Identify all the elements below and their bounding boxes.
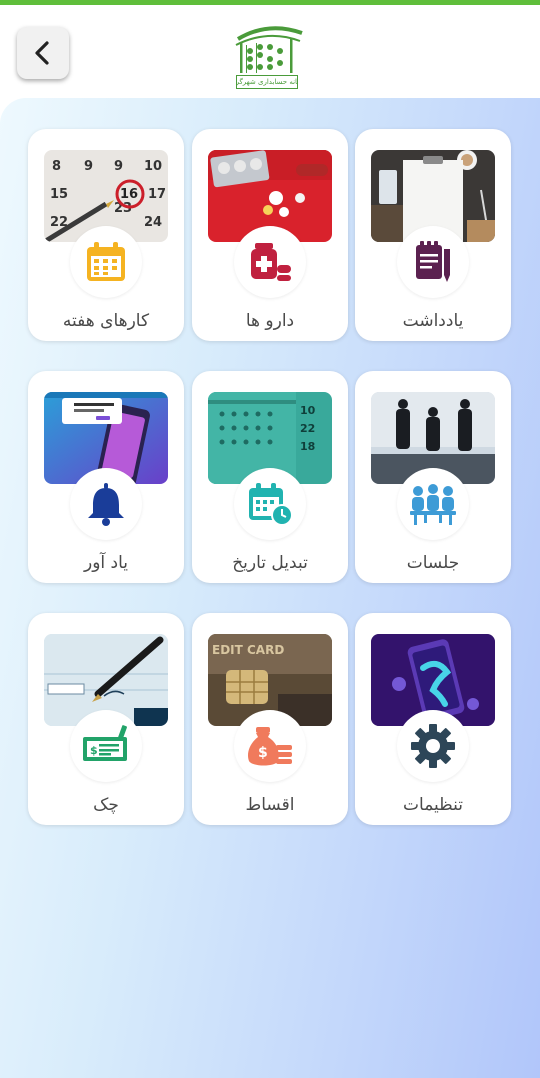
app-header: خانه حسابداری شهرگرد xyxy=(0,5,540,105)
card-check[interactable]: $ چک xyxy=(28,613,184,825)
svg-text:10: 10 xyxy=(300,404,316,417)
medicine-bottle-icon xyxy=(234,226,306,298)
card-label-check: چک xyxy=(93,795,119,815)
svg-text:8: 8 xyxy=(52,159,61,174)
card-medicines[interactable]: دارو ها xyxy=(192,129,348,341)
card-label-medicines: دارو ها xyxy=(245,311,295,331)
svg-text:16: 16 xyxy=(120,187,138,202)
calendar-clock-icon xyxy=(234,468,306,540)
app-logo: خانه حسابداری شهرگرد xyxy=(228,17,308,93)
svg-text:24: 24 xyxy=(144,215,162,230)
svg-text:$: $ xyxy=(258,745,268,761)
svg-text:EDIT CARD: EDIT CARD xyxy=(212,643,284,657)
card-date-convert[interactable]: 10 22 18 تبدیل تاریخ xyxy=(192,371,348,583)
card-weekly-tasks[interactable]: 8 9 9 10 15 16 17 22 23 24 کارهای هفته xyxy=(28,129,184,341)
svg-text:18: 18 xyxy=(300,440,315,453)
svg-text:15: 15 xyxy=(50,187,68,202)
card-settings[interactable]: تنظیمات xyxy=(355,613,511,825)
note-pen-icon xyxy=(397,226,469,298)
card-installments[interactable]: EDIT CARD $ اقساط xyxy=(192,613,348,825)
svg-text:$: $ xyxy=(90,744,98,757)
back-button[interactable] xyxy=(17,27,69,79)
card-label-meetings: جلسات xyxy=(406,553,460,573)
svg-text:9: 9 xyxy=(84,159,93,174)
card-label-date-convert: تبدیل تاریخ xyxy=(232,553,308,573)
svg-text:10: 10 xyxy=(144,159,162,174)
card-label-reminder: یاد آور xyxy=(83,553,129,573)
meeting-people-icon xyxy=(397,468,469,540)
cheque-icon: $ xyxy=(70,710,142,782)
calendar-icon xyxy=(70,226,142,298)
card-label-installments: اقساط xyxy=(245,795,295,815)
svg-text:22: 22 xyxy=(300,422,315,435)
card-label-settings: تنظیمات xyxy=(403,795,463,815)
gear-icon xyxy=(397,710,469,782)
money-bag-icon: $ xyxy=(234,710,306,782)
bell-icon xyxy=(70,468,142,540)
svg-text:9: 9 xyxy=(114,159,123,174)
card-notes[interactable]: یادداشت xyxy=(355,129,511,341)
svg-text:17: 17 xyxy=(148,187,166,202)
chevron-left-icon xyxy=(35,41,49,65)
logo-caption: خانه حسابداری شهرگرد xyxy=(236,75,298,89)
main-content: یادداشت دارو ها 8 9 9 10 15 16 17 22 23 … xyxy=(0,98,540,1078)
card-label-notes: یادداشت xyxy=(402,311,464,331)
card-reminder[interactable]: یاد آور xyxy=(28,371,184,583)
card-meetings[interactable]: جلسات xyxy=(355,371,511,583)
card-label-weekly-tasks: کارهای هفته xyxy=(62,311,150,331)
